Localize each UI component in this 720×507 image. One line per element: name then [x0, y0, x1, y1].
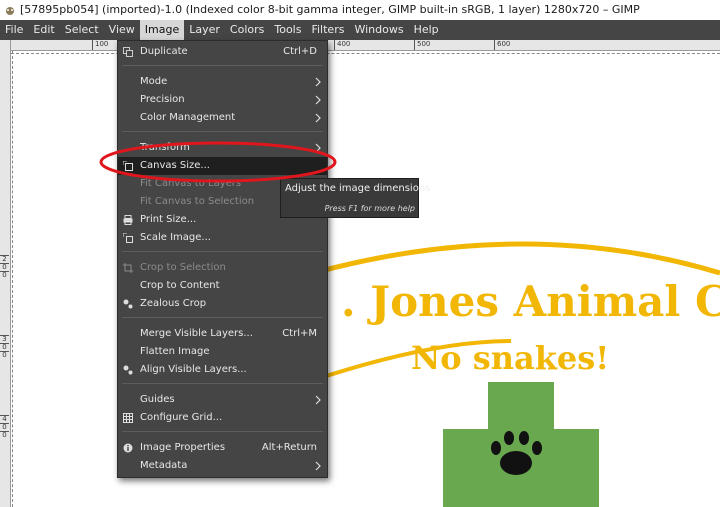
ruler-label: 0 — [0, 271, 9, 279]
tooltip-text: Adjust the image dimensions — [285, 183, 431, 194]
menu-separator — [122, 317, 323, 318]
menu-item-scale-image[interactable]: Scale Image... — [118, 229, 327, 247]
ruler-label: 0 — [0, 431, 9, 439]
menu-item-flatten-image[interactable]: Flatten Image — [118, 343, 327, 361]
tooltip: Adjust the image dimensions Press F1 for… — [280, 178, 430, 218]
zealous-crop-icon — [123, 299, 133, 309]
menu-windows[interactable]: Windows — [349, 20, 408, 40]
menu-item-label: Duplicate — [140, 46, 188, 57]
menu-item-crop-to-selection[interactable]: Crop to Selection — [118, 259, 327, 277]
submenu-arrow-icon — [315, 77, 321, 87]
tooltip-hint: Press F1 for more help — [324, 204, 415, 213]
menu-select[interactable]: Select — [60, 20, 104, 40]
menu-item-label: Flatten Image — [140, 346, 210, 357]
printer-icon — [123, 215, 133, 225]
menu-view[interactable]: View — [104, 20, 140, 40]
submenu-arrow-icon — [315, 113, 321, 123]
menu-separator — [122, 383, 323, 384]
menu-item-label: Scale Image... — [140, 232, 211, 243]
submenu-arrow-icon — [315, 95, 321, 105]
ruler-label: 500 — [414, 40, 430, 50]
grid-icon — [123, 413, 133, 423]
window-title: [57895pb054] (imported)-1.0 (Indexed col… — [20, 3, 640, 16]
menu-layer[interactable]: Layer — [184, 20, 225, 40]
menu-item-label: Align Visible Layers... — [140, 364, 247, 375]
menu-item-label: Zealous Crop — [140, 298, 207, 309]
ruler-label: 400 — [334, 40, 350, 50]
menu-tools[interactable]: Tools — [269, 20, 306, 40]
submenu-arrow-icon — [315, 395, 321, 405]
menu-item-label: Crop to Selection — [140, 262, 226, 273]
menu-filters[interactable]: Filters — [306, 20, 349, 40]
menu-bar: File Edit Select View Image Layer Colors… — [0, 20, 720, 40]
menu-file[interactable]: File — [0, 20, 28, 40]
menu-item-merge-visible-layers[interactable]: Merge Visible Layers... Ctrl+M — [118, 325, 327, 343]
menu-item-guides[interactable]: Guides — [118, 391, 327, 409]
annotation-highlight-ellipse — [99, 141, 337, 183]
ruler-label: 0 — [0, 343, 9, 351]
ruler-label: 100 — [92, 40, 108, 50]
menu-edit[interactable]: Edit — [28, 20, 59, 40]
image-menu-dropdown: Duplicate Ctrl+D Mode Precision Color Ma… — [117, 40, 328, 478]
menu-item-duplicate[interactable]: Duplicate Ctrl+D — [118, 43, 327, 61]
menu-item-label: Metadata — [140, 460, 188, 471]
menu-item-crop-to-content[interactable]: Crop to Content — [118, 277, 327, 295]
menu-item-metadata[interactable]: Metadata — [118, 457, 327, 475]
menu-item-shortcut: Ctrl+M — [282, 328, 317, 339]
scale-image-icon — [123, 233, 133, 243]
info-icon — [123, 443, 133, 453]
ruler-label: 3 — [0, 335, 9, 343]
submenu-arrow-icon — [315, 461, 321, 471]
ruler-label: 2 — [0, 255, 9, 263]
ruler-label: 0 — [0, 351, 9, 359]
ruler-label: 4 — [0, 415, 9, 423]
menu-separator — [122, 131, 323, 132]
menu-item-label: Image Properties — [140, 442, 226, 453]
menu-item-configure-grid[interactable]: Configure Grid... — [118, 409, 327, 427]
sign-headline: . Jones Animal Ca — [341, 277, 720, 326]
menu-separator — [122, 65, 323, 66]
menu-item-shortcut: Ctrl+D — [283, 46, 317, 57]
ruler-label: 0 — [0, 423, 9, 431]
menu-item-label: Guides — [140, 394, 175, 405]
title-bar: [57895pb054] (imported)-1.0 (Indexed col… — [0, 0, 720, 20]
crop-icon — [123, 263, 133, 273]
menu-item-shortcut: Alt+Return — [261, 442, 317, 453]
menu-item-label: Crop to Content — [140, 280, 220, 291]
menu-separator — [122, 251, 323, 252]
menu-separator — [122, 431, 323, 432]
menu-item-mode[interactable]: Mode — [118, 73, 327, 91]
sign-arc — [320, 241, 720, 276]
gimp-app-icon — [6, 7, 14, 15]
duplicate-icon — [123, 47, 133, 57]
sign-subline: No snakes! — [411, 339, 609, 377]
menu-item-label: Color Management — [140, 112, 236, 123]
menu-item-image-properties[interactable]: Image Properties Alt+Return — [118, 439, 327, 457]
menu-colors[interactable]: Colors — [225, 20, 269, 40]
menu-item-label: Precision — [140, 94, 185, 105]
menu-item-label: Mode — [140, 76, 168, 87]
menu-item-color-management[interactable]: Color Management — [118, 109, 327, 127]
align-icon — [123, 365, 133, 375]
menu-item-align-visible-layers[interactable]: Align Visible Layers... — [118, 361, 327, 379]
menu-item-label: Configure Grid... — [140, 412, 223, 423]
vertical-ruler[interactable]: 2 0 0 3 0 0 4 0 0 — [0, 40, 11, 507]
menu-item-label: Merge Visible Layers... — [140, 328, 253, 339]
ruler-label: 0 — [0, 263, 9, 271]
menu-item-precision[interactable]: Precision — [118, 91, 327, 109]
menu-item-label: Fit Canvas to Selection — [140, 196, 255, 207]
menu-help[interactable]: Help — [409, 20, 444, 40]
menu-item-zealous-crop[interactable]: Zealous Crop — [118, 295, 327, 313]
menu-image[interactable]: Image — [139, 20, 185, 40]
ruler-label: 600 — [494, 40, 510, 50]
menu-item-label: Print Size... — [140, 214, 197, 225]
